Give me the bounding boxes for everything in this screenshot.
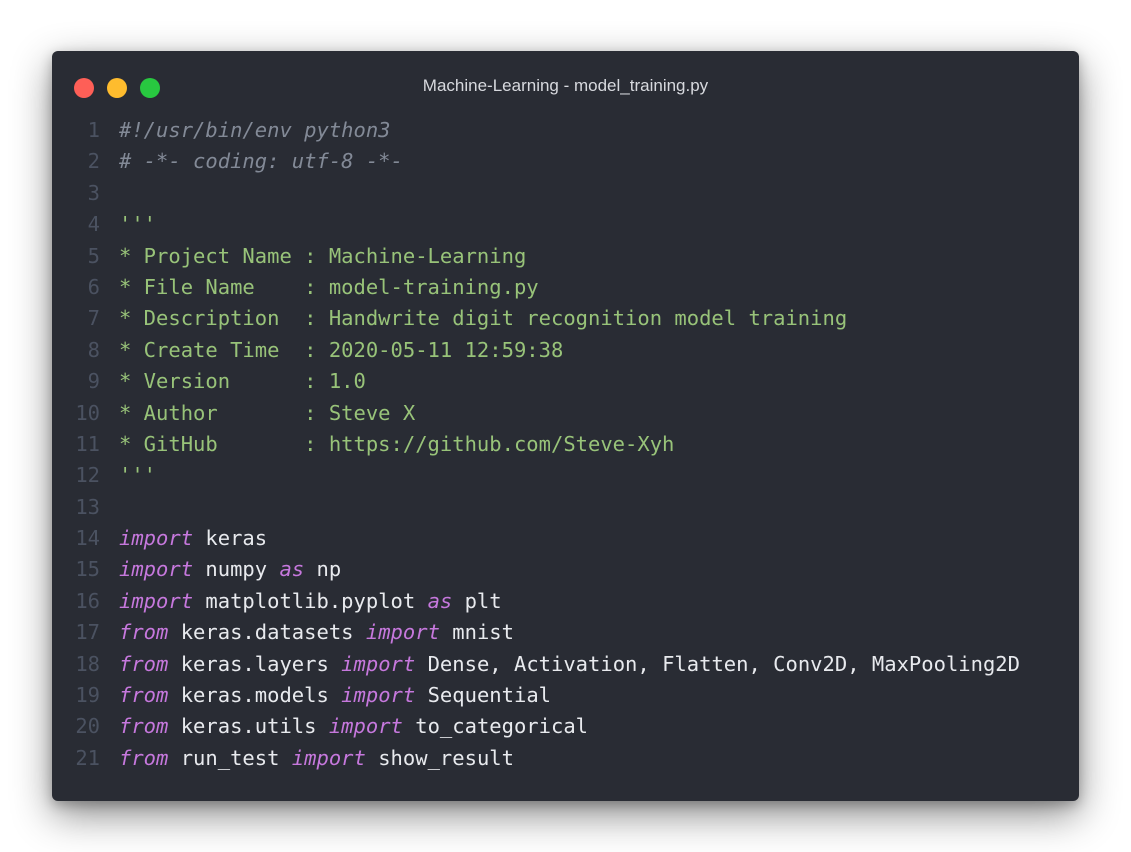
keyword-token: import bbox=[119, 526, 194, 551]
plain-token: show_result bbox=[365, 745, 514, 770]
string-token: ''' bbox=[119, 463, 157, 488]
code-line: 11 * GitHub : https://github.com/Steve-Xy… bbox=[52, 429, 1020, 460]
keyword-token: as bbox=[427, 588, 453, 613]
string-token: * File Name : model-training.py bbox=[119, 274, 539, 299]
window-title: Machine-Learning - model_training.py bbox=[422, 76, 709, 95]
keyword-token: from bbox=[119, 714, 169, 739]
code-line: 4 ''' bbox=[52, 209, 1020, 240]
string-token: * Project Name : Machine-Learning bbox=[119, 243, 527, 268]
code-window: Machine-Learning - model_training.py 1 #!… bbox=[52, 51, 1079, 801]
code-line: 5 * Project Name : Machine-Learning bbox=[52, 241, 1020, 272]
line-number: 14 bbox=[75, 526, 100, 551]
plain-token: keras.datasets bbox=[168, 620, 366, 645]
plain-token: keras.models bbox=[168, 683, 342, 708]
line-number: 11 bbox=[75, 431, 100, 456]
code-line: 12 ''' bbox=[52, 460, 1020, 491]
code-line: 6 * File Name : model-training.py bbox=[52, 272, 1020, 303]
line-number: 20 bbox=[75, 714, 100, 739]
string-token: ''' bbox=[119, 212, 157, 237]
comment-token: # -*- coding: utf-8 -*- bbox=[119, 149, 403, 174]
keyword-token: from bbox=[119, 745, 169, 770]
line-number: 6 bbox=[87, 274, 100, 299]
plain-token: Sequential bbox=[415, 683, 551, 708]
line-number: 4 bbox=[87, 212, 100, 237]
code-line: 16 import matplotlib.pyplot as plt bbox=[52, 586, 1020, 617]
code-editor[interactable]: 1 #!/usr/bin/env python3 2 # -*- coding: ut… bbox=[52, 115, 1020, 774]
line-number: 3 bbox=[87, 180, 100, 205]
line-number: 21 bbox=[75, 745, 100, 770]
string-token: * Description : Handwrite digit recognit… bbox=[119, 306, 848, 331]
code-line: 14 import keras bbox=[52, 523, 1020, 554]
line-number: 13 bbox=[75, 494, 100, 519]
string-token: * Create Time : 2020-05-11 12:59:38 bbox=[119, 337, 564, 362]
string-token: * Version : 1.0 bbox=[119, 369, 366, 394]
keyword-token: import bbox=[365, 620, 440, 645]
string-token: * GitHub : https://github.com/Steve-Xyh bbox=[119, 431, 675, 456]
line-number: 2 bbox=[87, 149, 100, 174]
line-number: 17 bbox=[75, 620, 100, 645]
plain-token: matplotlib.pyplot bbox=[193, 588, 428, 613]
code-line: 13 bbox=[52, 492, 1020, 523]
line-number: 18 bbox=[75, 651, 100, 676]
line-number: 16 bbox=[75, 588, 100, 613]
title-bar: Machine-Learning - model_training.py bbox=[52, 51, 1079, 123]
code-line: 18 from keras.layers import Dense, Activa… bbox=[52, 649, 1020, 680]
string-token: * Author : Steve X bbox=[119, 400, 416, 425]
keyword-token: from bbox=[119, 651, 169, 676]
code-line: 3 bbox=[52, 178, 1020, 209]
line-number: 19 bbox=[75, 683, 100, 708]
comment-token: #!/usr/bin/env python3 bbox=[119, 118, 391, 142]
code-line: 19 from keras.models import Sequential bbox=[52, 680, 1020, 711]
plain-token: np bbox=[304, 557, 342, 582]
keyword-token: from bbox=[119, 620, 169, 645]
plain-token: run_test bbox=[168, 745, 292, 770]
code-line: 2 # -*- coding: utf-8 -*- bbox=[52, 146, 1020, 177]
plain-token: to_categorical bbox=[402, 714, 589, 739]
plain-token: keras.utils bbox=[168, 714, 329, 739]
line-number: 5 bbox=[87, 243, 100, 268]
line-number: 10 bbox=[75, 400, 100, 425]
line-number: 12 bbox=[75, 463, 100, 488]
keyword-token: import bbox=[341, 683, 416, 708]
code-line: 8 * Create Time : 2020-05-11 12:59:38 bbox=[52, 335, 1020, 366]
plain-token: keras.layers bbox=[168, 651, 342, 676]
plain-token: mnist bbox=[439, 620, 514, 645]
code-line: 20 from keras.utils import to_categorical bbox=[52, 711, 1020, 742]
code-line: 15 import numpy as np bbox=[52, 554, 1020, 585]
keyword-token: import bbox=[291, 745, 366, 770]
keyword-token: as bbox=[279, 557, 305, 582]
code-line: 17 from keras.datasets import mnist bbox=[52, 617, 1020, 648]
code-line: 9 * Version : 1.0 bbox=[52, 366, 1020, 397]
code-line: 1 #!/usr/bin/env python3 bbox=[52, 115, 1020, 146]
plain-token: Dense, Activation, Flatten, Conv2D, MaxP… bbox=[415, 651, 1020, 676]
line-number: 15 bbox=[75, 557, 100, 582]
keyword-token: import bbox=[119, 588, 194, 613]
plain-token: plt bbox=[452, 588, 502, 613]
plain-token: keras bbox=[193, 526, 268, 551]
keyword-token: from bbox=[119, 683, 169, 708]
code-line: 7 * Description : Handwrite digit recogni… bbox=[52, 303, 1020, 334]
keyword-token: import bbox=[328, 714, 403, 739]
code-line: 10 * Author : Steve X bbox=[52, 398, 1020, 429]
keyword-token: import bbox=[119, 557, 194, 582]
line-number: 8 bbox=[87, 337, 100, 362]
code-line: 21 from run_test import show_result bbox=[52, 743, 1020, 774]
line-number: 7 bbox=[87, 306, 100, 331]
line-number: 1 bbox=[87, 118, 100, 142]
keyword-token: import bbox=[341, 651, 416, 676]
plain-token: numpy bbox=[193, 557, 280, 582]
line-number: 9 bbox=[87, 369, 100, 394]
